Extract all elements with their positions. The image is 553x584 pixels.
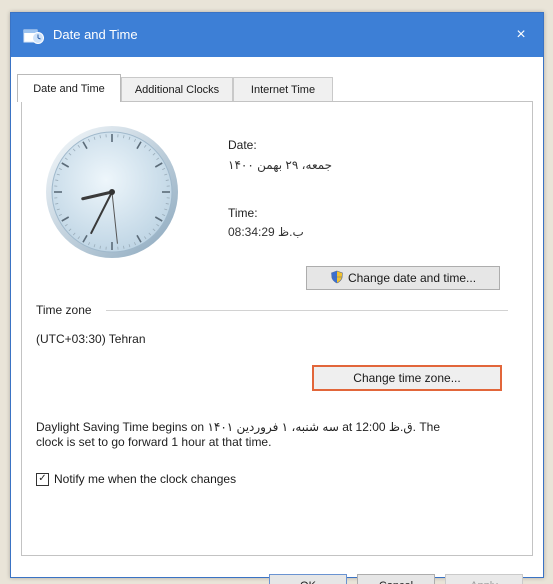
date-label: Date: [228, 138, 257, 152]
cancel-button[interactable]: Cancel [357, 574, 435, 584]
tab-panel-date-and-time: Date: جمعه، ۲۹ بهمن ۱۴۰۰ Time: 08:34:29 … [21, 101, 533, 556]
notify-clock-change-option[interactable]: ✓ Notify me when the clock changes [36, 472, 236, 486]
notify-checkbox[interactable]: ✓ [36, 472, 49, 486]
ok-button[interactable]: OK [269, 574, 347, 584]
dst-notice-line-2: clock is set to go forward 1 hour at tha… [36, 435, 272, 449]
date-time-app-icon [23, 27, 45, 45]
change-time-zone-button[interactable]: Change time zone... [312, 365, 502, 391]
window-title: Date and Time [53, 27, 138, 42]
uac-shield-icon [330, 270, 344, 287]
tab-container: Date and Time Additional Clocks Internet… [11, 57, 543, 584]
change-time-zone-label: Change time zone... [353, 371, 461, 385]
apply-button[interactable]: Apply [445, 574, 523, 584]
date-time-dialog: Date and Time × Date and Time Additional… [10, 12, 544, 584]
title-bar[interactable]: Date and Time × [11, 13, 543, 57]
change-date-time-button[interactable]: Change date and time... [306, 266, 500, 290]
analog-clock [44, 124, 180, 265]
date-value: جمعه، ۲۹ بهمن ۱۴۰۰ [228, 158, 333, 172]
notify-label: Notify me when the clock changes [54, 472, 237, 486]
close-button[interactable]: × [503, 19, 539, 51]
tab-additional-clocks[interactable]: Additional Clocks [121, 77, 233, 101]
time-value: 08:34:29 ب.ظ [228, 225, 304, 239]
dst-notice: Daylight Saving Time begins on سه شنبه، … [36, 420, 516, 450]
time-zone-section-label: Time zone [36, 303, 92, 317]
time-zone-value: (UTC+03:30) Tehran [36, 332, 146, 346]
section-divider [106, 310, 508, 311]
time-label: Time: [228, 206, 258, 220]
clock-center-pin [109, 189, 115, 195]
tab-internet-time[interactable]: Internet Time [233, 77, 333, 101]
dst-notice-line-1: Daylight Saving Time begins on سه شنبه، … [36, 420, 441, 434]
change-date-time-label: Change date and time... [347, 271, 477, 285]
tab-date-and-time[interactable]: Date and Time [17, 74, 121, 102]
